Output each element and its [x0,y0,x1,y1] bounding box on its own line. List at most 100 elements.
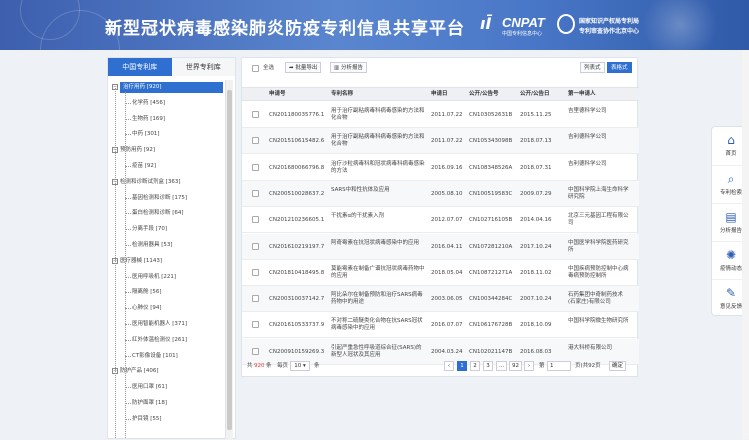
tree-item[interactable]: 红外体温检测仪 [261] [132,335,187,346]
cell-patent-title[interactable]: 用于治疗副粘病毒科病毒感染的方法和化合物 [331,108,426,122]
cell-patent-title[interactable]: 莫能霉素在制备广谱抗冠状病毒药物中的应用 [331,266,426,280]
tree-item[interactable]: 疫苗 [92] [132,161,156,172]
cell-patent-title[interactable]: 干扰素α的干扰素入剂 [331,213,426,220]
list-view-button[interactable]: 列表式 [580,62,605,73]
cell-publication-number: CN108721271A [469,269,513,276]
cell-patent-title[interactable]: 治疗沙粒病毒科和冠状病毒科病毒感染的方法 [331,161,426,175]
cell-application-date: 2016.09.16 [431,164,463,171]
row-checkbox[interactable] [252,321,259,329]
page-1-button[interactable]: 1 [457,361,467,371]
table-row[interactable]: CN201180035776.1 用于治疗副粘病毒科病毒感染的方法和化合物 2011… [242,102,639,128]
table-row[interactable]: CN201210236605.1 干扰素α的干扰素入剂 2012.07.07 CN10… [242,207,639,234]
row-checkbox[interactable] [252,111,259,118]
analysis-report-button[interactable]: ▥ 分析报告 [330,62,367,73]
col-publication-number[interactable]: 公开/公告号 [469,88,499,101]
table-row[interactable]: CN200510028637.2 SARS中和性抗体及应用 2005.08.10 CN… [242,180,639,207]
tree-item[interactable]: CT影像设备 [101] [132,351,178,362]
table-row[interactable]: CN201610219197.7 阿奇霉素在抗冠状病毒感染中的应用 2016.04.… [242,233,639,260]
row-checkbox[interactable] [252,347,259,355]
batch-export-label: 批量导出 [295,65,318,71]
tab-china-patents[interactable]: 中国专利库 [108,58,172,76]
tree-item[interactable]: 防护面罩 [18] [132,398,167,409]
row-checkbox[interactable] [252,163,259,171]
col-application-number[interactable]: 申请号 [269,88,286,101]
cell-patent-title[interactable]: 阿奇霉素在抗冠状病毒感染中的应用 [331,240,426,247]
page-3-button[interactable]: 3 [483,361,493,371]
row-checkbox[interactable] [252,268,259,276]
report-icon: ▤ [725,210,737,224]
cell-application-number: CN201510615482.6 [269,138,325,145]
cell-publication-number: CN100344284C [469,296,513,303]
cell-first-applicant: 港大科桥有限公司 [568,344,613,351]
cell-publication-date: 2017.10.24 [520,243,552,250]
table-view-button[interactable]: 表格式 [607,62,632,73]
tree-item[interactable]: 分离手段 [70] [132,224,167,235]
prev-page-button[interactable]: ‹ [444,361,454,371]
cell-application-number: CN201610533737.9 [269,322,325,329]
cell-first-applicant: 吉利德科学公司 [568,160,607,167]
col-publication-date[interactable]: 公开/公告日 [520,88,550,101]
tree-item[interactable]: 化学药 [456] [132,98,165,109]
cell-application-date: 2003.06.05 [431,296,463,303]
cell-publication-number: CN103052631B [469,112,513,118]
col-patent-title[interactable]: 专利名称 [331,88,353,101]
tree-item[interactable]: 蛋白检测和诊断 [64] [132,208,184,219]
page-92-button[interactable]: 92 [509,361,522,371]
tree-category[interactable]: 医疗器械 [1143] [120,256,162,267]
tree-item[interactable]: 医用口罩 [61] [132,382,167,393]
tree-item[interactable]: 护目镜 [55] [132,414,162,425]
tab-world-patents[interactable]: 世界专利库 [171,58,235,76]
row-checkbox[interactable] [252,242,259,250]
tree-item[interactable]: 医用呼吸机 [221] [132,272,176,283]
row-checkbox[interactable] [252,295,259,303]
cell-patent-title[interactable]: SARS中和性抗体及应用 [331,187,426,194]
tree-scrollbar[interactable] [225,80,233,439]
cell-application-date: 2004.03.24 [431,348,463,355]
table-row[interactable]: CN201510615482.6 用于治疗副粘病毒科病毒感染的方法和化合物 2011… [242,128,639,155]
select-all-checkbox[interactable] [252,65,259,72]
cell-publication-date: 2016.08.03 [520,348,552,355]
cell-patent-title[interactable]: 引起严重急性呼吸道综合征(SARS)的新型人冠状及其应用 [331,345,426,359]
home-icon: ⌂ [727,133,735,147]
tree-category[interactable]: 治疗用药 [920] [120,82,223,93]
page-2-button[interactable]: 2 [470,361,480,371]
tree-item[interactable]: 生物药 [169] [132,114,165,125]
per-page-select[interactable]: 10 ▾ [290,361,310,371]
row-checkbox[interactable] [252,189,259,197]
col-first-applicant[interactable]: 第一申请人 [568,88,596,101]
table-row[interactable]: CN201810418495.8 莫能霉素在制备广谱抗冠状病毒药物中的应用 2018… [242,260,639,286]
goto-confirm-button[interactable]: 确定 [609,361,627,371]
row-checkbox[interactable] [252,216,259,224]
tree-item[interactable]: 隔离舱 [56] [132,287,162,298]
org-emblem-icon [557,14,575,34]
tree-item[interactable]: 中药 [301] [132,129,160,140]
table-row[interactable]: CN201680066796.8 治疗沙粒病毒科和冠状病毒科病毒感染的方法 2016… [242,155,639,181]
goto-page-input[interactable]: 1 [547,361,571,371]
tree-category[interactable]: 检测和诊断试剂盒 [363] [120,177,181,188]
next-page-button[interactable]: › [524,361,534,371]
chevron-left-icon: ‹ [447,363,451,369]
cnpat-logo-text: CNPAT [502,15,545,30]
cell-patent-title[interactable]: 阿比朵尔在制备预防和治疗SARS病毒药物中的用途 [331,292,426,306]
cell-application-date: 2018.05.04 [431,269,463,276]
cell-application-date: 2005.08.10 [431,190,463,197]
database-tabs: 中国专利库 世界专利库 [108,58,235,76]
tree-item[interactable]: 医用智能机器人 [371] [132,319,187,330]
cell-first-applicant: 石药集团中奇制药技术(石家庄)有限公司 [568,292,624,306]
cell-first-applicant: 吉里德科学公司 [568,108,607,114]
tree-item[interactable]: 检测用器具 [53] [132,240,173,251]
cell-patent-title[interactable]: 用于治疗副粘病毒科病毒感染的方法和化合物 [331,134,426,148]
row-checkbox[interactable] [252,137,259,145]
page-ellipsis: ... [496,361,508,371]
tree-item[interactable]: 心肺仪 [94] [132,303,162,314]
cell-patent-title[interactable]: 不对称二硫醚类化合物在抗SARS冠状病毒感染中的应用 [331,318,426,332]
col-application-date[interactable]: 申请日 [431,88,448,101]
batch-export-button[interactable]: ➦ 批量导出 [285,62,322,73]
page-scrollbar[interactable] [742,50,749,439]
cell-application-date: 2011.07.22 [431,112,463,118]
tree-scrollbar-thumb[interactable] [227,90,232,430]
cell-publication-number: CN100519583C [469,190,513,197]
table-row[interactable]: CN200310037142.7 阿比朵尔在制备预防和治疗SARS病毒药物中的用途… [242,286,639,313]
tree-item[interactable]: 基因检测和诊断 [175] [132,193,187,204]
table-row[interactable]: CN201610533737.9 不对称二硫醚类化合物在抗SARS冠状病毒感染中的… [242,312,639,339]
